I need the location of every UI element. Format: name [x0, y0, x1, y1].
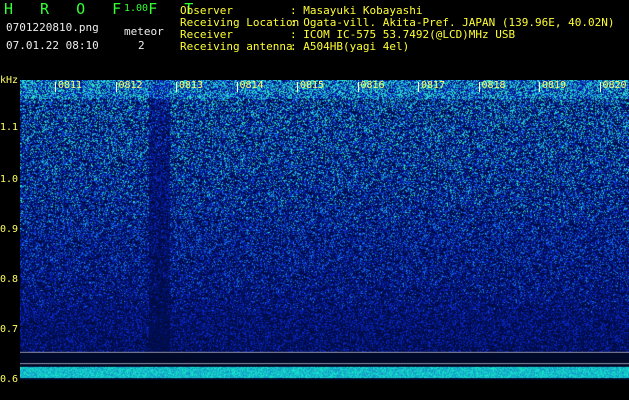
y-tick-label: 0.6: [0, 374, 19, 385]
x-tick-mark: [55, 82, 56, 92]
y-tick-label: 0.8: [0, 274, 19, 285]
datetime: 07.01.22 08:10: [6, 39, 99, 52]
x-tick-mark: [357, 82, 359, 92]
x-tick-mark: [236, 82, 238, 92]
x-tick-label: 0813: [179, 80, 204, 91]
meteor-label: meteor: [124, 25, 164, 38]
filename: 0701220810.png: [6, 21, 99, 34]
x-tick-label: 0814: [239, 80, 264, 91]
y-tick-label: 0.9: [0, 224, 19, 235]
x-tick-label: 0817: [421, 80, 446, 91]
antenna-label: Receiving antenna: [180, 40, 293, 53]
x-tick-mark: [176, 82, 177, 92]
meteor-count: 2: [138, 39, 145, 52]
x-tick-label: 0818: [481, 80, 506, 91]
y-axis-unit: kHz: [0, 75, 19, 86]
x-tick-label: 0820: [602, 80, 627, 91]
x-tick-label: 0819: [542, 80, 567, 91]
antenna-value: : A504HB(yagi 4el): [290, 40, 410, 53]
x-tick-mark: [478, 82, 480, 92]
y-tick-label: 1.1: [0, 122, 19, 133]
x-tick-label: 0811: [58, 80, 83, 91]
y-tick-label: 0.7: [0, 324, 19, 335]
x-tick-mark: [418, 82, 419, 92]
x-tick-mark: [115, 82, 117, 92]
x-tick-label: 0812: [118, 80, 143, 91]
x-tick-label: 0815: [300, 80, 325, 91]
x-tick-mark: [297, 82, 298, 92]
y-tick-label: 1.0: [0, 174, 19, 185]
spectrogram: [20, 80, 629, 380]
x-tick-mark: [599, 82, 601, 92]
x-tick-label: 0816: [360, 80, 385, 91]
app-version: 1.00: [124, 3, 149, 14]
app-title: H R O F F T: [4, 0, 203, 18]
x-tick-mark: [539, 82, 540, 92]
